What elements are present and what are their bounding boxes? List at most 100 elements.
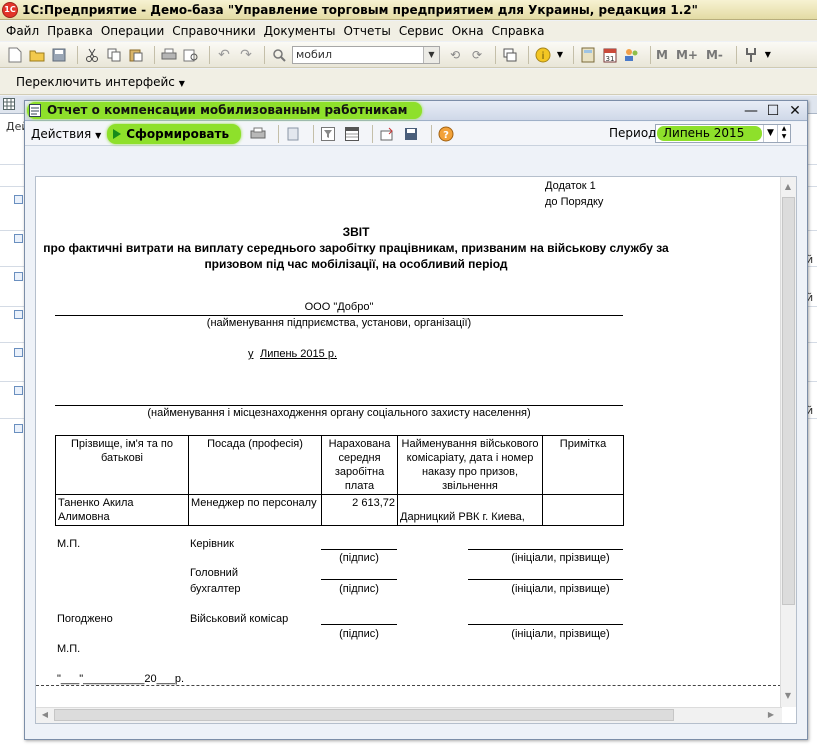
toolbar-separator xyxy=(313,124,315,143)
cut-icon[interactable] xyxy=(83,46,101,64)
calculator-icon[interactable] xyxy=(579,46,597,64)
menu-service[interactable]: Сервис xyxy=(395,24,448,38)
calendar-icon[interactable]: 31 xyxy=(601,46,619,64)
windows-icon[interactable] xyxy=(501,46,519,64)
organization-caption: (найменування підприємства, установи, ор… xyxy=(206,317,472,329)
toolbar-separator xyxy=(650,45,651,64)
menu-windows[interactable]: Окна xyxy=(448,24,488,38)
new-document-icon[interactable] xyxy=(6,46,24,64)
report-document-area[interactable]: Додаток 1 до Порядку ЗВІТ про фактичні в… xyxy=(35,176,797,724)
info-icon[interactable]: i xyxy=(534,46,552,64)
app-title: 1С:Предприятие - Демо-база "Управление т… xyxy=(22,2,698,17)
app-title-bar: 1C 1С:Предприятие - Демо-база "Управлени… xyxy=(0,0,817,20)
play-icon xyxy=(113,128,122,139)
maximize-icon[interactable]: ☐ xyxy=(765,103,781,119)
document-icon xyxy=(14,310,23,319)
search-dropdown-icon[interactable]: ▼ xyxy=(423,46,439,63)
memory-subtract-button[interactable]: M- xyxy=(706,48,723,62)
search-icon[interactable] xyxy=(270,46,288,64)
tools-dropdown-icon[interactable]: ▼ xyxy=(764,46,772,64)
scroll-left-icon[interactable]: ◀ xyxy=(38,708,52,722)
document-icon xyxy=(14,272,23,281)
employee-salary-cell: 2 613,72 xyxy=(321,494,398,526)
close-icon[interactable]: ✕ xyxy=(787,103,803,119)
generate-button[interactable]: Сформировать xyxy=(107,123,242,144)
report-header-icon[interactable] xyxy=(284,125,302,143)
chief-accountant-signature-line xyxy=(321,579,397,580)
commissariat-cell: Дарницкий РВК г. Киева, xyxy=(397,494,543,526)
app-logo-icon: 1C xyxy=(2,1,18,18)
expenses-table: Прізвище, ім'я та по батькові Посада (пр… xyxy=(55,435,624,526)
print-settings-icon[interactable] xyxy=(249,125,267,143)
report-window-icon xyxy=(29,104,41,120)
toolbar-separator xyxy=(77,45,78,64)
info-dropdown-icon[interactable]: ▼ xyxy=(556,46,564,64)
minimize-icon[interactable]: — xyxy=(743,103,759,119)
redo-icon[interactable]: ↷ xyxy=(237,46,255,64)
horizontal-scroll-thumb[interactable] xyxy=(54,709,674,721)
table-header-cell: Прізвище, ім'я та по батькові xyxy=(55,435,189,495)
paste-icon[interactable] xyxy=(127,46,145,64)
users-icon[interactable] xyxy=(623,46,641,64)
scroll-right-icon[interactable]: ▶ xyxy=(764,708,778,722)
filter-icon[interactable] xyxy=(319,125,337,143)
save-settings-icon[interactable] xyxy=(402,125,420,143)
menu-operations[interactable]: Операции xyxy=(97,24,168,38)
report-window-titlebar[interactable]: Отчет о компенсации мобилизованным работ… xyxy=(25,101,807,121)
scroll-down-icon[interactable]: ▼ xyxy=(781,689,795,703)
page-break-line xyxy=(36,685,781,686)
horizontal-scrollbar[interactable]: ◀ ▶ xyxy=(36,707,782,723)
print-preview-icon[interactable] xyxy=(182,46,200,64)
report-toolbar: Действия ▼ Сформировать ? Период: Липень… xyxy=(25,122,807,146)
actions-menu-button[interactable]: Действия ▼ xyxy=(31,127,101,141)
report-window: Отчет о компенсации мобилизованным работ… xyxy=(24,100,808,740)
toolbar-separator xyxy=(735,45,737,64)
settings-table-icon[interactable] xyxy=(343,125,361,143)
switch-interface-button[interactable]: Переключить интерфейс ▼ xyxy=(12,73,189,91)
toolbar-separator xyxy=(278,124,280,143)
memory-store-button[interactable]: M xyxy=(656,48,668,62)
toolbar-separator xyxy=(495,45,496,64)
svg-text:?: ? xyxy=(443,130,449,141)
social-authority-caption: (найменування і місцезнаходження органу … xyxy=(147,407,531,419)
memory-add-button[interactable]: M+ xyxy=(676,48,698,62)
menu-help[interactable]: Справка xyxy=(488,24,549,38)
search-input-value: мобил xyxy=(296,48,332,61)
save-icon[interactable] xyxy=(50,46,68,64)
period-select[interactable]: Липень 2015 ▼ ▲ ▼ xyxy=(655,124,791,143)
chevron-down-icon[interactable]: ▼ xyxy=(763,125,777,142)
help-icon[interactable]: ? xyxy=(437,125,455,143)
social-authority-underline xyxy=(55,405,623,406)
generate-button-label: Сформировать xyxy=(126,126,230,141)
open-folder-icon[interactable] xyxy=(28,46,46,64)
menu-catalogs[interactable]: Справочники xyxy=(168,24,259,38)
search-prev-icon[interactable]: ⟲ xyxy=(446,46,464,64)
print-icon[interactable] xyxy=(160,46,178,64)
search-next-icon[interactable]: ⟳ xyxy=(468,46,486,64)
copy-icon[interactable] xyxy=(105,46,123,64)
search-input[interactable]: мобил ▼ xyxy=(292,45,440,64)
menu-file[interactable]: Файл xyxy=(2,24,43,38)
menu-reports[interactable]: Отчеты xyxy=(339,24,394,38)
undo-icon[interactable]: ↶ xyxy=(215,46,233,64)
toolbar-separator xyxy=(264,45,265,64)
period-label: Период: xyxy=(609,126,661,140)
period-value: Липень 2015 xyxy=(657,126,763,141)
svg-text:i: i xyxy=(542,51,545,62)
employee-name-cell: Таненко Акила Алимовна xyxy=(55,494,189,526)
scroll-up-icon[interactable]: ▲ xyxy=(781,180,795,194)
period-spinner-icon[interactable]: ▲ ▼ xyxy=(777,125,790,142)
period-text: Липень 2015 р. xyxy=(260,348,337,360)
table-row: Таненко Акила Алимовна Менеджер по персо… xyxy=(55,494,624,526)
signature-caption: (підпис) xyxy=(339,628,379,640)
vertical-scroll-thumb[interactable] xyxy=(782,197,795,605)
vertical-scrollbar[interactable]: ▲ ▼ xyxy=(780,177,796,707)
load-settings-icon[interactable] xyxy=(378,125,396,143)
signature-caption: (підпис) xyxy=(339,552,379,564)
toolbar-separator xyxy=(573,45,574,64)
tools-icon[interactable] xyxy=(742,46,760,64)
table-header-cell: Примітка xyxy=(542,435,624,495)
menu-edit[interactable]: Правка xyxy=(43,24,97,38)
initials-caption: (ініціали, прізвище) xyxy=(511,552,610,564)
menu-documents[interactable]: Документы xyxy=(260,24,340,38)
